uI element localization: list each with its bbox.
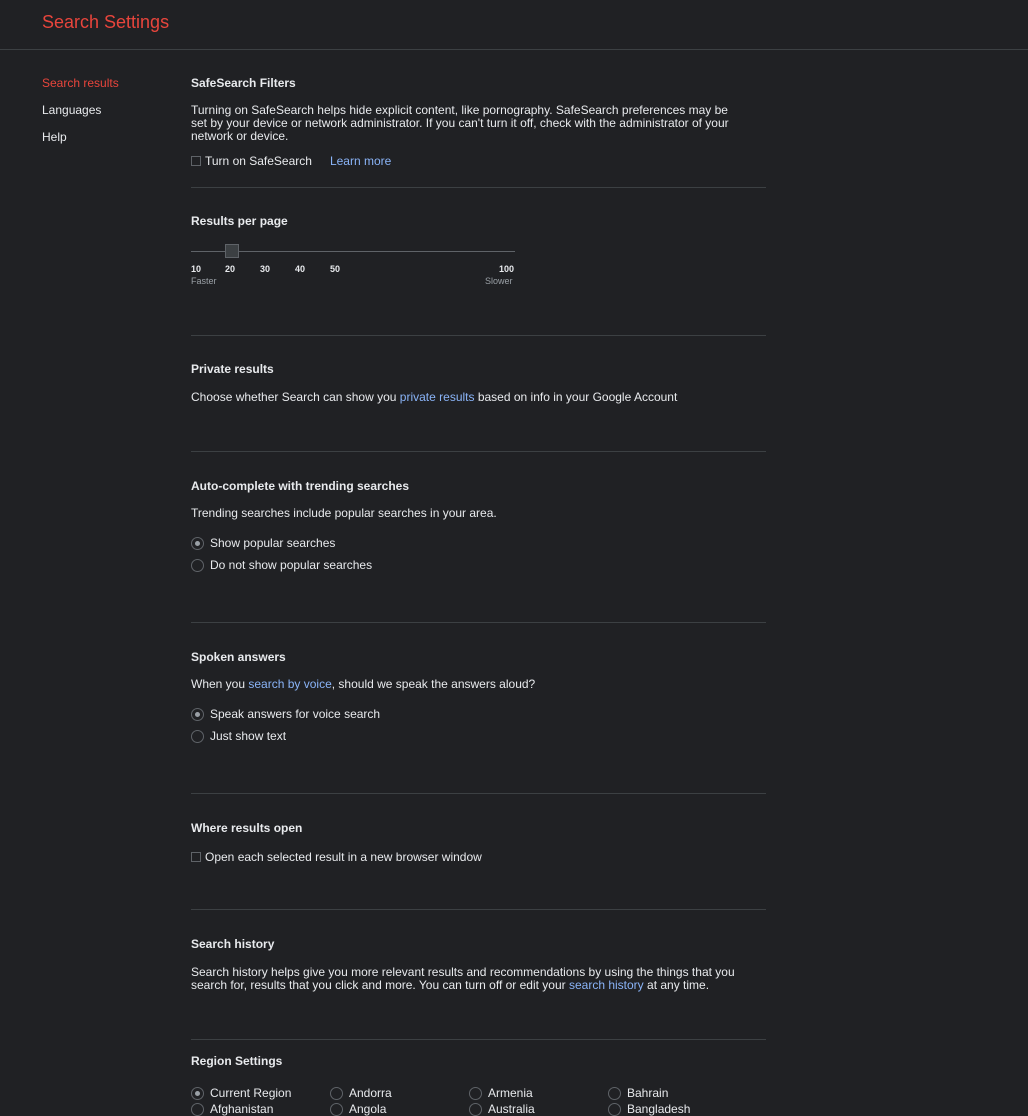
results-per-page-section: Results per page 10 20 30 40 50 100 Fast… [191,214,766,336]
option-label[interactable]: Current Region [210,1086,291,1100]
option-label[interactable]: Andorra [349,1086,392,1100]
radio-button[interactable] [608,1086,621,1100]
option-label[interactable]: Bangladesh [627,1102,690,1116]
spoken-answers-section: Spoken answers When you search by voice,… [191,650,766,794]
radio-button[interactable] [191,707,204,721]
slider-tick: 30 [260,264,271,274]
option-label[interactable]: Just show text [210,729,286,743]
region-option[interactable]: Armenia [469,1086,608,1100]
slider-tick: 100 [499,264,515,274]
show-popular-option[interactable]: Show popular searches [191,536,766,550]
slider-thumb[interactable] [225,244,239,258]
new-window-checkbox[interactable] [191,852,201,862]
search-history-link[interactable]: search history [569,978,644,992]
option-label[interactable]: Bahrain [627,1086,668,1100]
section-title: Results per page [191,214,288,228]
section-title: Auto-complete with trending searches [191,479,410,493]
radio-button[interactable] [469,1102,482,1116]
private-results-link[interactable]: private results [400,390,475,404]
safesearch-checkbox[interactable] [191,156,201,166]
radio-button[interactable] [330,1086,343,1100]
region-option[interactable]: Afghanistan [191,1102,330,1116]
spoken-text: When you [191,677,249,691]
slider-tick: 10 [191,264,202,274]
slider-tick: 20 [225,264,236,274]
option-label[interactable]: Afghanistan [210,1102,273,1116]
radio-button[interactable] [191,729,204,743]
hide-popular-option[interactable]: Do not show popular searches [191,558,766,572]
autocomplete-section: Auto-complete with trending searches Tre… [191,479,766,623]
slider-tick: 50 [330,264,341,274]
safesearch-section: SafeSearch Filters Turning on SafeSearch… [191,76,766,188]
safesearch-checkbox-label[interactable]: Turn on SafeSearch [205,154,312,168]
learn-more-link[interactable]: Learn more [330,154,391,168]
section-title: Spoken answers [191,650,286,664]
radio-button[interactable] [191,536,204,550]
sidebar-item-languages[interactable]: Languages [42,103,162,130]
search-history-section: Search history Search history helps give… [191,937,766,1040]
history-text-end: at any time. [643,978,710,992]
section-title: Where results open [191,821,303,835]
header-bar: Search Settings [0,0,1028,50]
slider-track [191,251,515,252]
region-option[interactable]: Current Region [191,1086,330,1100]
safesearch-row: Turn on SafeSearch Learn more [191,154,766,168]
slider-caption-left: Faster [191,276,217,286]
option-label[interactable]: Armenia [488,1086,533,1100]
private-results-text-end: based on info in your Google Account [474,390,678,404]
region-option[interactable]: Australia [469,1102,608,1116]
option-label[interactable]: Do not show popular searches [210,558,372,572]
section-title: Private results [191,362,274,376]
radio-button[interactable] [191,558,204,572]
page-title: Search Settings [42,12,170,32]
option-label[interactable]: Show popular searches [210,536,335,550]
sidebar-nav: Search results Languages Help [42,76,162,157]
option-label[interactable]: Australia [488,1102,535,1116]
option-label[interactable]: Angola [349,1102,386,1116]
slider-tick: 40 [295,264,306,274]
region-list: Current Region Andorra Armenia Bahrain A… [191,1086,766,1116]
results-open-section: Where results open Open each selected re… [191,821,766,910]
show-text-option[interactable]: Just show text [191,729,766,743]
new-window-row: Open each selected result in a new brows… [191,850,766,864]
radio-button[interactable] [191,1102,204,1116]
results-per-page-slider[interactable]: 10 20 30 40 50 100 Faster Slower [191,242,515,288]
radio-button[interactable] [608,1102,621,1116]
region-option[interactable]: Bahrain [608,1086,747,1100]
radio-button[interactable] [330,1102,343,1116]
spoken-description: When you search by voice, should we spea… [191,678,766,691]
region-settings-section: Region Settings Current Region Andorra A… [191,1054,766,1116]
sidebar-item-help[interactable]: Help [42,130,162,157]
spoken-text-end: , should we speak the answers aloud? [331,677,536,691]
section-title: SafeSearch Filters [191,76,296,90]
new-window-label[interactable]: Open each selected result in a new brows… [205,850,482,864]
section-title: Search history [191,937,275,951]
region-option[interactable]: Bangladesh [608,1102,747,1116]
slider-caption-right: Slower [485,276,513,286]
private-results-description: Choose whether Search can show you priva… [191,391,766,404]
region-option[interactable]: Angola [330,1102,469,1116]
section-title: Region Settings [191,1054,283,1068]
settings-main: SafeSearch Filters Turning on SafeSearch… [191,76,766,1116]
history-description: Search history helps give you more relev… [191,966,746,992]
radio-button[interactable] [469,1086,482,1100]
sidebar-item-search-results[interactable]: Search results [42,76,162,103]
autocomplete-description: Trending searches include popular search… [191,506,497,520]
safesearch-description: Turning on SafeSearch helps hide explici… [191,103,729,143]
private-results-text: Choose whether Search can show you [191,390,400,404]
radio-button[interactable] [191,1086,204,1100]
region-option[interactable]: Andorra [330,1086,469,1100]
speak-answers-option[interactable]: Speak answers for voice search [191,707,766,721]
option-label[interactable]: Speak answers for voice search [210,707,380,721]
search-by-voice-link[interactable]: search by voice [248,677,331,691]
private-results-section: Private results Choose whether Search ca… [191,362,766,452]
